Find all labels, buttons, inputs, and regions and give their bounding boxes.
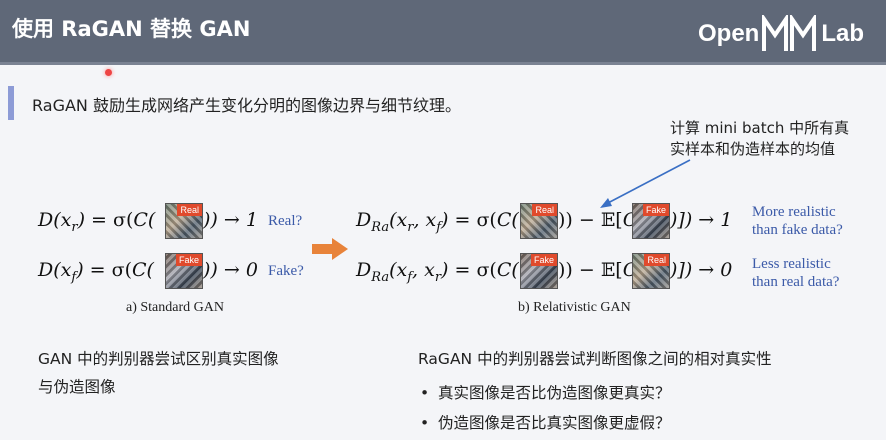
q2-line-2: than real data? (752, 274, 840, 290)
q1-line-2: than fake data? (752, 222, 843, 238)
ra-fake-mean-thumbnail: Fake (632, 203, 670, 239)
slide-title: 使用 RaGAN 替换 GAN (12, 17, 251, 41)
accent-bar (8, 86, 14, 120)
more-realistic-question: More realistic than fake data? (752, 203, 843, 239)
bullet-item-1: • 真实图像是否比伪造图像更真实？ (420, 384, 671, 402)
caption-standard-gan: a) Standard GAN (126, 300, 224, 315)
real-question: Real? (268, 213, 303, 229)
orange-arrow-icon (312, 238, 348, 260)
formula-d-fake-result: )) → 0 (203, 259, 258, 281)
right-heading: RaGAN 中的判别器尝试判断图像之间的相对真实性 (418, 350, 772, 368)
slide-header: 使用 RaGAN 替换 GAN Open Lab (0, 0, 886, 62)
logo-text-open: Open (698, 20, 760, 47)
formula-dra-fake-result: )]) → 0 (670, 259, 733, 281)
formula-dra-real-result: )]) → 1 (670, 209, 733, 231)
formula-d-real-result: )) → 1 (203, 209, 258, 231)
pointer-dot (105, 69, 112, 76)
formula-dra-fake: DRa(xf, xr) = σ(C( (356, 259, 519, 285)
formula-d-real: D(xr) = σ(C( (38, 209, 156, 235)
header-divider (0, 62, 886, 65)
left-explanation: GAN 中的判别器尝试区别真实图像 与伪造图像 (38, 345, 279, 401)
intro-text: RaGAN 鼓励生成网络产生变化分明的图像边界与细节纹理。 (32, 96, 461, 115)
annotation-line-2: 实样本和伪造样本的均值 (670, 140, 836, 158)
formula-dra-real: DRa(xr, xf) = σ(C( (356, 209, 519, 235)
left-line-2: 与伪造图像 (38, 378, 116, 396)
less-realistic-question: Less realistic than real data? (752, 255, 839, 291)
fake-question: Fake? (268, 263, 304, 279)
openmmlab-logo: Open Lab (698, 14, 864, 54)
ra-real-mean-thumbnail: Real (632, 253, 670, 289)
q1-line-1: More realistic (752, 204, 836, 220)
annotation-note: 计算 mini batch 中所有真 实样本和伪造样本的均值 (670, 118, 849, 160)
ra-real-image-thumbnail: Real (520, 203, 558, 239)
left-line-1: GAN 中的判别器尝试区别真实图像 (38, 350, 279, 368)
mm-logo-icon (762, 15, 817, 51)
formula-d-fake: D(xf) = σ(C( (38, 259, 154, 285)
ra-fake-image-thumbnail: Fake (520, 253, 558, 289)
caption-relativistic-gan: b) Relativistic GAN (518, 300, 631, 315)
annotation-line-1: 计算 mini batch 中所有真 (670, 119, 850, 137)
q2-line-1: Less realistic (752, 256, 831, 272)
bullet-item-2: • 伪造图像是否比真实图像更虚假？ (420, 414, 671, 432)
fake-image-thumbnail: Fake (165, 253, 203, 289)
logo-text-lab: Lab (821, 20, 865, 47)
real-image-thumbnail: Real (165, 203, 203, 239)
